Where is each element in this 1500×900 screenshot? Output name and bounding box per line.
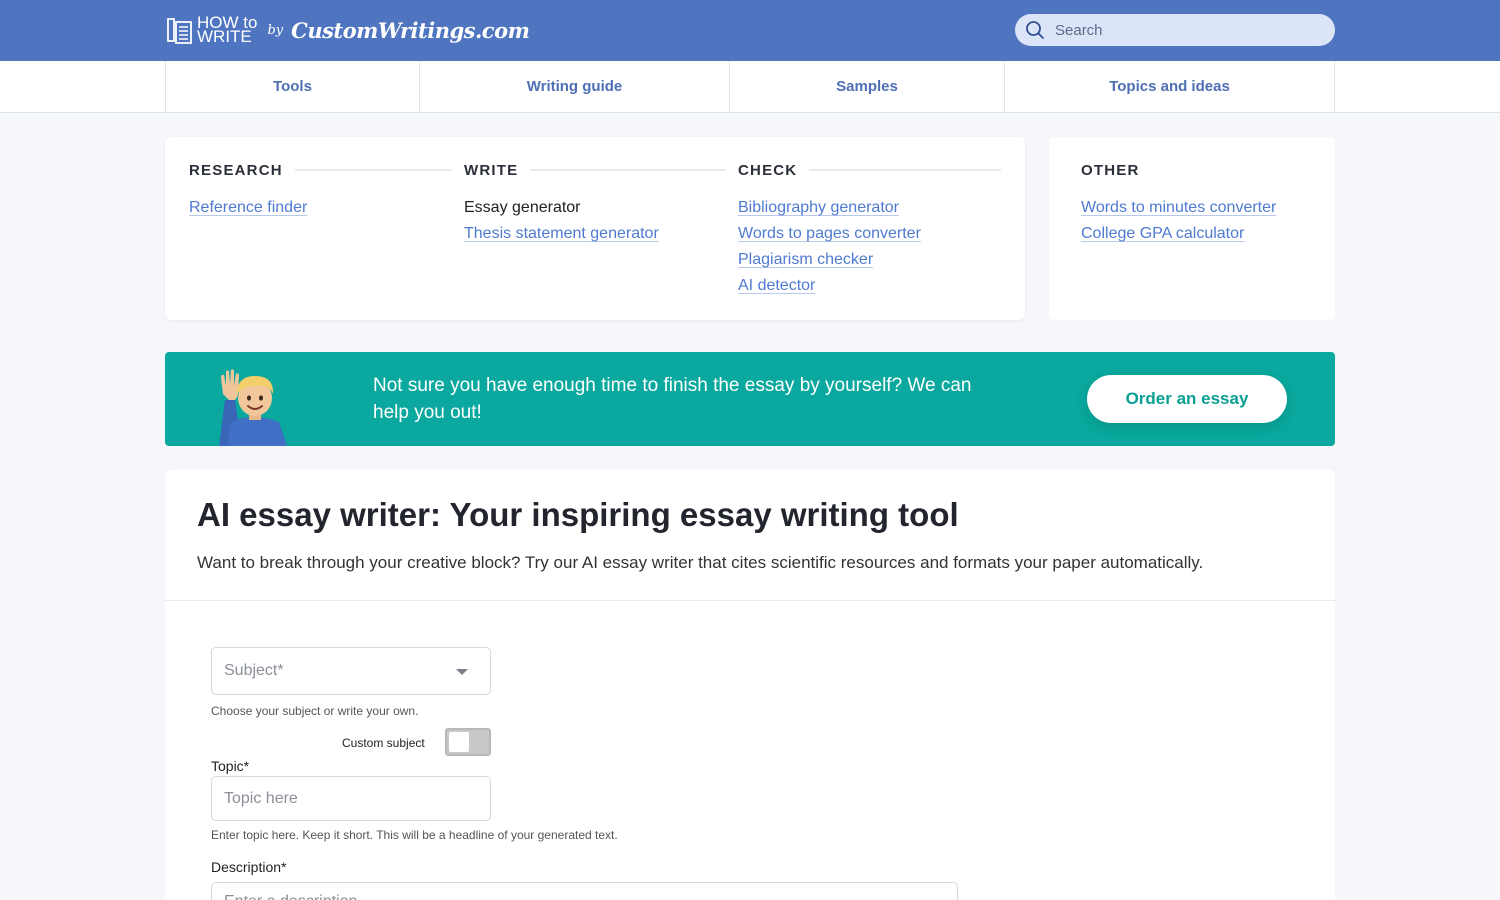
custom-subject-label: Custom subject <box>342 736 425 750</box>
custom-subject-toggle[interactable] <box>445 728 491 756</box>
search-icon <box>1025 20 1045 40</box>
divider <box>294 169 452 171</box>
banner-message: Not sure you have enough time to finish … <box>373 375 972 423</box>
research-heading: RESEARCH <box>189 161 283 179</box>
logo-wordmark: HOW to WRITE <box>197 14 257 46</box>
search-box[interactable] <box>1015 14 1335 46</box>
other-column: OTHER Words to minutes converter College… <box>1081 161 1311 247</box>
link-college-gpa-calculator[interactable]: College GPA calculator <box>1081 221 1311 247</box>
link-ai-detector[interactable]: AI detector <box>738 273 1001 299</box>
nav-topics-and-ideas[interactable]: Topics and ideas <box>1005 61 1334 112</box>
page-subtitle: Want to break through your creative bloc… <box>197 553 1204 572</box>
card-header <box>165 470 1335 601</box>
topic-input[interactable] <box>211 776 491 821</box>
essay-writer-card: AI essay writer: Your inspiring essay wr… <box>165 470 1335 900</box>
subject-placeholder: Subject* <box>224 662 284 679</box>
site-header: HOW to WRITE by CustomWritings.com <box>0 0 1500 61</box>
other-heading: OTHER <box>1081 161 1140 179</box>
link-plagiarism-checker[interactable]: Plagiarism checker <box>738 247 1001 273</box>
link-thesis-statement-generator[interactable]: Thesis statement generator <box>464 221 726 247</box>
divider <box>530 169 726 171</box>
site-logo[interactable]: HOW to WRITE by CustomWritings.com <box>165 14 530 46</box>
order-banner: Not sure you have enough time to finish … <box>165 352 1335 446</box>
description-label: Description* <box>211 859 287 875</box>
link-words-to-pages-converter[interactable]: Words to pages converter <box>738 221 1001 247</box>
link-bibliography-generator[interactable]: Bibliography generator <box>738 195 1001 221</box>
write-column: WRITE Essay generator Thesis statement g… <box>464 161 726 247</box>
link-reference-finder[interactable]: Reference finder <box>189 195 452 221</box>
topic-label: Topic* <box>211 758 250 774</box>
link-essay-generator[interactable]: Essay generator <box>464 195 726 221</box>
logo-by-text: by <box>267 22 284 38</box>
check-heading: CHECK <box>738 161 798 179</box>
toggle-knob <box>449 732 469 752</box>
nav-tools[interactable]: Tools <box>166 61 420 112</box>
subject-hint: Choose your subject or write your own. <box>211 704 419 718</box>
page-title: AI essay writer: Your inspiring essay wr… <box>197 496 959 533</box>
check-column: CHECK Bibliography generator Words to pa… <box>738 161 1001 299</box>
order-essay-button[interactable]: Order an essay <box>1087 375 1287 423</box>
nav-samples[interactable]: Samples <box>730 61 1005 112</box>
search-input[interactable] <box>1055 21 1305 39</box>
write-heading: WRITE <box>464 161 519 179</box>
main-nav: Tools Writing guide Samples Topics and i… <box>0 61 1500 113</box>
description-textarea[interactable] <box>211 882 958 900</box>
waving-person-icon <box>217 364 291 446</box>
caret-down-icon <box>456 669 468 675</box>
research-column: RESEARCH Reference finder <box>189 161 452 221</box>
logo-brand-text: CustomWritings.com <box>291 17 530 43</box>
subject-select[interactable]: Subject* <box>211 647 491 695</box>
book-icon <box>165 15 195 45</box>
divider <box>809 169 1001 171</box>
topic-hint: Enter topic here. Keep it short. This wi… <box>211 828 618 842</box>
tools-panel: RESEARCH Reference finder WRITE Essay ge… <box>165 137 1025 320</box>
link-words-to-minutes-converter[interactable]: Words to minutes converter <box>1081 195 1311 221</box>
logo-write-text: WRITE <box>197 27 252 46</box>
nav-writing-guide[interactable]: Writing guide <box>420 61 730 112</box>
other-tools-panel: OTHER Words to minutes converter College… <box>1049 137 1335 320</box>
